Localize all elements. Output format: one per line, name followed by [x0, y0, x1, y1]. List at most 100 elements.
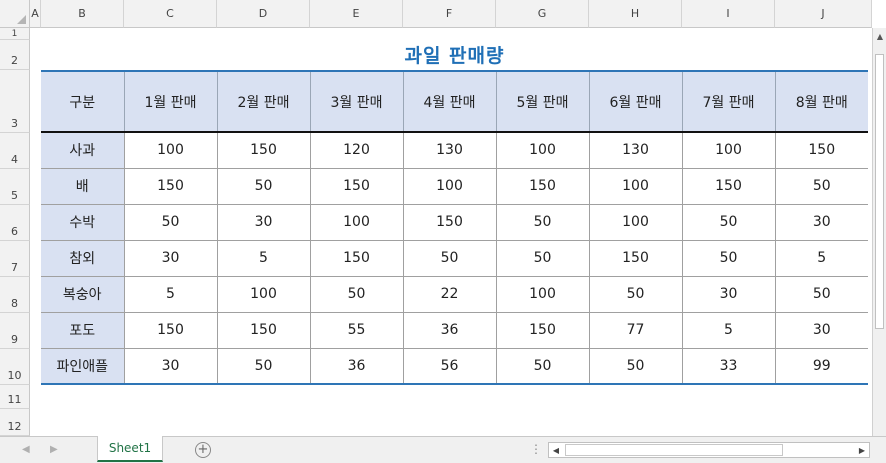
data-cell[interactable]: 30 — [124, 348, 218, 385]
data-cell[interactable]: 150 — [310, 168, 404, 205]
data-cell[interactable]: 50 — [124, 204, 218, 241]
row-label[interactable]: 참외 — [41, 240, 125, 277]
header-month-2[interactable]: 2월 판매 — [217, 70, 311, 133]
row-header-11[interactable]: 11 — [0, 385, 30, 409]
column-header-j[interactable]: J — [775, 0, 872, 28]
row-label[interactable]: 배 — [41, 168, 125, 205]
row-header-3[interactable]: 3 — [0, 70, 30, 133]
scroll-left-arrow-icon[interactable]: ◀ — [549, 443, 563, 457]
row-header-1[interactable]: 1 — [0, 28, 30, 40]
column-header-d[interactable]: D — [217, 0, 310, 28]
data-cell[interactable]: 100 — [496, 276, 590, 313]
column-header-a[interactable]: A — [30, 0, 41, 28]
horizontal-scrollbar[interactable]: ◀ ▶ — [548, 442, 870, 458]
data-cell[interactable]: 30 — [217, 204, 311, 241]
data-cell[interactable]: 77 — [589, 312, 683, 349]
row-header-7[interactable]: 7 — [0, 241, 30, 277]
data-cell[interactable]: 50 — [496, 240, 590, 277]
data-cell[interactable]: 30 — [682, 276, 776, 313]
row-header-8[interactable]: 8 — [0, 277, 30, 313]
data-cell[interactable]: 150 — [310, 240, 404, 277]
data-cell[interactable]: 50 — [217, 348, 311, 385]
data-cell[interactable]: 50 — [775, 276, 868, 313]
data-cell[interactable]: 120 — [310, 132, 404, 169]
data-cell[interactable]: 50 — [589, 276, 683, 313]
data-cell[interactable]: 50 — [496, 204, 590, 241]
add-sheet-button[interactable]: + — [195, 442, 211, 458]
data-cell[interactable]: 30 — [775, 204, 868, 241]
row-header-10[interactable]: 10 — [0, 349, 30, 385]
data-cell[interactable]: 33 — [682, 348, 776, 385]
row-label[interactable]: 사과 — [41, 132, 125, 169]
data-cell[interactable]: 150 — [496, 168, 590, 205]
column-header-c[interactable]: C — [124, 0, 217, 28]
data-cell[interactable]: 50 — [775, 168, 868, 205]
data-cell[interactable]: 100 — [589, 204, 683, 241]
data-cell[interactable]: 55 — [310, 312, 404, 349]
header-month-1[interactable]: 1월 판매 — [124, 70, 218, 133]
row-label[interactable]: 복숭아 — [41, 276, 125, 313]
header-month-5[interactable]: 5월 판매 — [496, 70, 590, 133]
data-cell[interactable]: 5 — [682, 312, 776, 349]
data-cell[interactable]: 130 — [589, 132, 683, 169]
row-header-5[interactable]: 5 — [0, 169, 30, 205]
data-cell[interactable]: 100 — [496, 132, 590, 169]
column-header-b[interactable]: B — [41, 0, 124, 28]
data-cell[interactable]: 50 — [310, 276, 404, 313]
data-cell[interactable]: 50 — [589, 348, 683, 385]
prev-sheet-arrow-icon[interactable]: ◀ — [22, 444, 30, 455]
row-header-12[interactable]: 12 — [0, 409, 30, 436]
data-cell[interactable]: 150 — [217, 312, 311, 349]
header-month-3[interactable]: 3월 판매 — [310, 70, 404, 133]
data-cell[interactable]: 22 — [403, 276, 497, 313]
data-cell[interactable]: 5 — [124, 276, 218, 313]
horizontal-scroll-thumb[interactable] — [565, 444, 783, 456]
row-header-4[interactable]: 4 — [0, 133, 30, 169]
header-month-6[interactable]: 6월 판매 — [589, 70, 683, 133]
data-cell[interactable]: 150 — [124, 312, 218, 349]
data-cell[interactable]: 150 — [124, 168, 218, 205]
data-cell[interactable]: 150 — [589, 240, 683, 277]
column-header-h[interactable]: H — [589, 0, 682, 28]
vertical-scroll-thumb[interactable] — [875, 54, 884, 329]
header-month-8[interactable]: 8월 판매 — [775, 70, 868, 133]
data-cell[interactable]: 5 — [775, 240, 868, 277]
data-cell[interactable]: 36 — [403, 312, 497, 349]
data-cell[interactable]: 50 — [403, 240, 497, 277]
scroll-right-arrow-icon[interactable]: ▶ — [855, 443, 869, 457]
data-cell[interactable]: 100 — [217, 276, 311, 313]
sheet-title[interactable]: 과일 판매량 — [41, 41, 868, 68]
row-label[interactable]: 파인애플 — [41, 348, 125, 385]
data-cell[interactable]: 100 — [124, 132, 218, 169]
data-cell[interactable]: 150 — [775, 132, 868, 169]
data-cell[interactable]: 150 — [496, 312, 590, 349]
data-cell[interactable]: 50 — [682, 204, 776, 241]
header-month-7[interactable]: 7월 판매 — [682, 70, 776, 133]
data-cell[interactable]: 150 — [403, 204, 497, 241]
header-category[interactable]: 구분 — [41, 70, 125, 133]
data-cell[interactable]: 50 — [496, 348, 590, 385]
column-header-g[interactable]: G — [496, 0, 589, 28]
select-all-corner[interactable] — [0, 0, 30, 28]
header-month-4[interactable]: 4월 판매 — [403, 70, 497, 133]
data-cell[interactable]: 150 — [217, 132, 311, 169]
data-cell[interactable]: 99 — [775, 348, 868, 385]
data-cell[interactable]: 36 — [310, 348, 404, 385]
data-cell[interactable]: 56 — [403, 348, 497, 385]
row-label[interactable]: 포도 — [41, 312, 125, 349]
row-header-9[interactable]: 9 — [0, 313, 30, 349]
row-header-2[interactable]: 2 — [0, 40, 30, 70]
column-header-e[interactable]: E — [310, 0, 403, 28]
row-label[interactable]: 수박 — [41, 204, 125, 241]
data-cell[interactable]: 150 — [682, 168, 776, 205]
data-cell[interactable]: 30 — [124, 240, 218, 277]
data-cell[interactable]: 100 — [589, 168, 683, 205]
data-cell[interactable]: 100 — [682, 132, 776, 169]
data-cell[interactable]: 130 — [403, 132, 497, 169]
sheet-tab-sheet1[interactable]: Sheet1 — [97, 436, 163, 462]
vertical-scrollbar[interactable]: ▲ — [872, 28, 886, 436]
scroll-up-arrow-icon[interactable]: ▲ — [875, 30, 885, 42]
column-header-f[interactable]: F — [403, 0, 496, 28]
column-header-i[interactable]: I — [682, 0, 775, 28]
data-cell[interactable]: 5 — [217, 240, 311, 277]
